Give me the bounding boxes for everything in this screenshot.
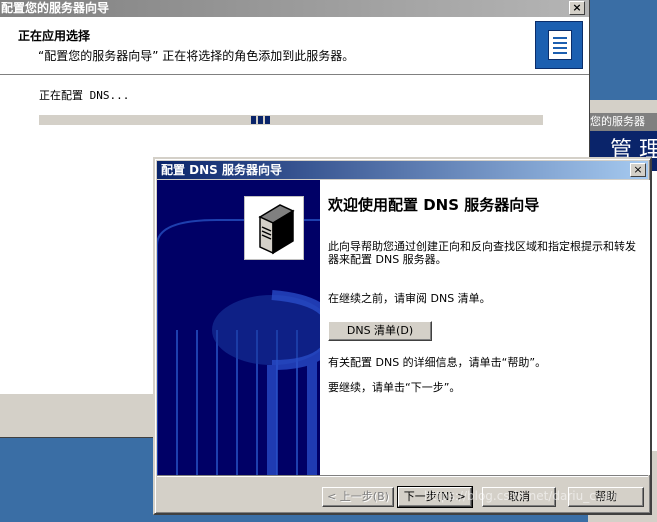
review-text: 在继续之前，请审阅 DNS 清单。 <box>328 292 491 305</box>
progress-bar <box>39 115 543 125</box>
help-text: 有关配置 DNS 的详细信息，请单击“帮助”。 <box>328 356 547 369</box>
main-wizard-titlebar[interactable]: 配置您的服务器向导 × <box>0 0 589 17</box>
wizard-content: 欢迎使用配置 DNS 服务器向导 此向导帮助您通过创建正向和反向查找区域和指定根… <box>320 180 650 475</box>
dns-wizard-close-button[interactable]: × <box>630 163 646 177</box>
wizard-button-bar: < 上一步(B) 下一步(N) > 取消 帮助 <box>157 475 648 513</box>
main-wizard-close-button[interactable]: × <box>569 1 585 15</box>
back-button[interactable]: < 上一步(B) <box>322 487 394 507</box>
main-wizard-header: 正在应用选择 “配置您的服务器向导” 正在将选择的角色添加到此服务器。 <box>0 17 589 75</box>
wizard-heading: 欢迎使用配置 DNS 服务器向导 <box>328 196 540 214</box>
background-window-title: 您的服务器 <box>588 113 657 131</box>
header-title: 正在应用选择 <box>18 29 91 43</box>
progress-block <box>265 116 270 124</box>
header-subtitle: “配置您的服务器向导” 正在将选择的角色添加到此服务器。 <box>38 49 355 63</box>
dns-server-icon <box>244 196 304 260</box>
cancel-button[interactable]: 取消 <box>482 487 556 507</box>
next-button[interactable]: 下一步(N) > <box>397 486 473 508</box>
server-wizard-icon <box>535 21 583 69</box>
wizard-description: 此向导帮助您通过创建正向和反向查找区域和指定根提示和转发器来配置 DNS 服务器… <box>328 240 636 266</box>
main-wizard-title: 配置您的服务器向导 <box>1 1 110 15</box>
progress-block <box>251 116 256 124</box>
next-instruction-text: 要继续，请单击“下一步”。 <box>328 381 461 394</box>
progress-block <box>258 116 263 124</box>
dns-wizard-title: 配置 DNS 服务器向导 <box>161 163 283 177</box>
help-button[interactable]: 帮助 <box>568 487 644 507</box>
dns-wizard-dialog: 配置 DNS 服务器向导 × 欢迎使用配置 DNS 服务器向导 此向导帮助您通过… <box>153 157 652 515</box>
dns-checklist-button[interactable]: DNS 清单(D) <box>328 321 432 341</box>
wizard-side-banner <box>157 180 320 475</box>
status-text: 正在配置 DNS... <box>39 89 130 102</box>
dns-wizard-titlebar[interactable]: 配置 DNS 服务器向导 × <box>157 161 648 179</box>
desktop-area <box>588 0 657 100</box>
